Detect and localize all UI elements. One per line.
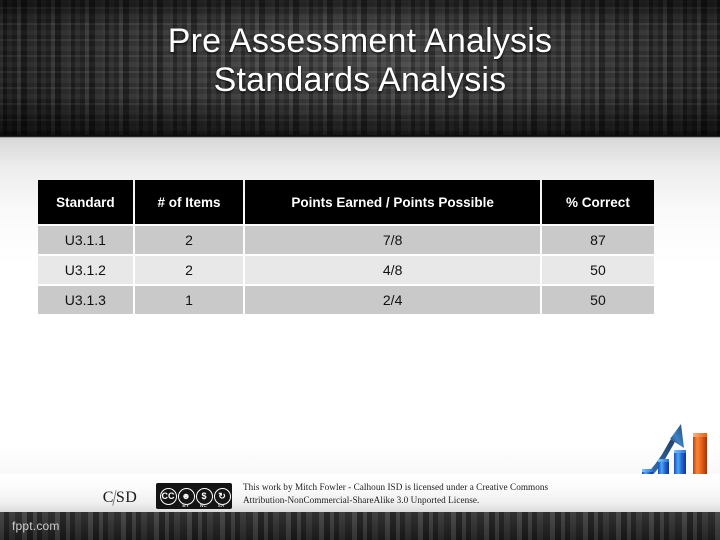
cell-points: 2/4 <box>245 286 540 314</box>
cell-items: 1 <box>134 286 244 314</box>
cell-items: 2 <box>134 256 244 284</box>
column-header-percent: % Correct <box>541 180 654 224</box>
cell-items: 2 <box>134 226 244 254</box>
column-header-items: # of Items <box>134 180 244 224</box>
cell-standard: U3.1.1 <box>38 226 133 254</box>
cell-points: 7/8 <box>245 226 540 254</box>
cc-label-nc: NC <box>199 503 208 508</box>
table-row: U3.1.3 1 2/4 50 <box>38 286 654 314</box>
license-text-line-2: Attribution-NonCommercial-ShareAlike 3.0… <box>243 494 480 505</box>
table-row: U3.1.2 2 4/8 50 <box>38 256 654 284</box>
fppt-watermark: fppt.com <box>12 519 60 533</box>
standards-analysis-table: Standard # of Items Points Earned / Poin… <box>36 178 656 316</box>
license-text-line-1: This work by Mitch Fowler - Calhoun ISD … <box>243 482 549 492</box>
cell-percent: 87 <box>541 226 654 254</box>
page-title-line-1: Pre Assessment Analysis <box>167 22 553 60</box>
cell-percent: 50 <box>541 286 654 314</box>
page-title-line-2: Standards Analysis <box>213 61 507 99</box>
cc-icon: CC <box>159 487 177 505</box>
table-row: U3.1.1 2 7/8 87 <box>38 226 654 254</box>
cc-badge-labels: BY NC SA <box>177 503 230 508</box>
license-text: This work by Mitch Fowler - Calhoun ISD … <box>243 481 605 506</box>
cc-by-person-icon: ☻ <box>177 487 195 505</box>
cisd-logo-right: SD <box>115 489 138 506</box>
table-body: U3.1.1 2 7/8 87 U3.1.2 2 4/8 50 U3.1.3 1… <box>38 226 654 314</box>
slide-canvas: Pre Assessment Analysis Standards Analys… <box>0 0 720 540</box>
table-header: Standard # of Items Points Earned / Poin… <box>38 180 654 224</box>
cc-sa-share-icon: ↻ <box>213 487 231 505</box>
cell-standard: U3.1.3 <box>38 286 133 314</box>
column-header-points: Points Earned / Points Possible <box>245 180 540 224</box>
cell-standard: U3.1.2 <box>38 256 133 284</box>
table-header-row: Standard # of Items Points Earned / Poin… <box>38 180 654 224</box>
cell-percent: 50 <box>541 256 654 284</box>
page-title: Pre Assessment Analysis Standards Analys… <box>0 22 720 100</box>
cell-points: 4/8 <box>245 256 540 284</box>
cc-label-by: BY <box>182 503 190 508</box>
cc-label-sa: SA <box>217 503 225 508</box>
creative-commons-badge[interactable]: CC ☻ $ ↻ BY NC SA <box>156 483 232 509</box>
bottom-banner <box>0 512 720 540</box>
cisd-logo: C|SD <box>92 486 148 508</box>
column-header-standard: Standard <box>38 180 133 224</box>
cc-nc-dollar-icon: $ <box>195 487 213 505</box>
